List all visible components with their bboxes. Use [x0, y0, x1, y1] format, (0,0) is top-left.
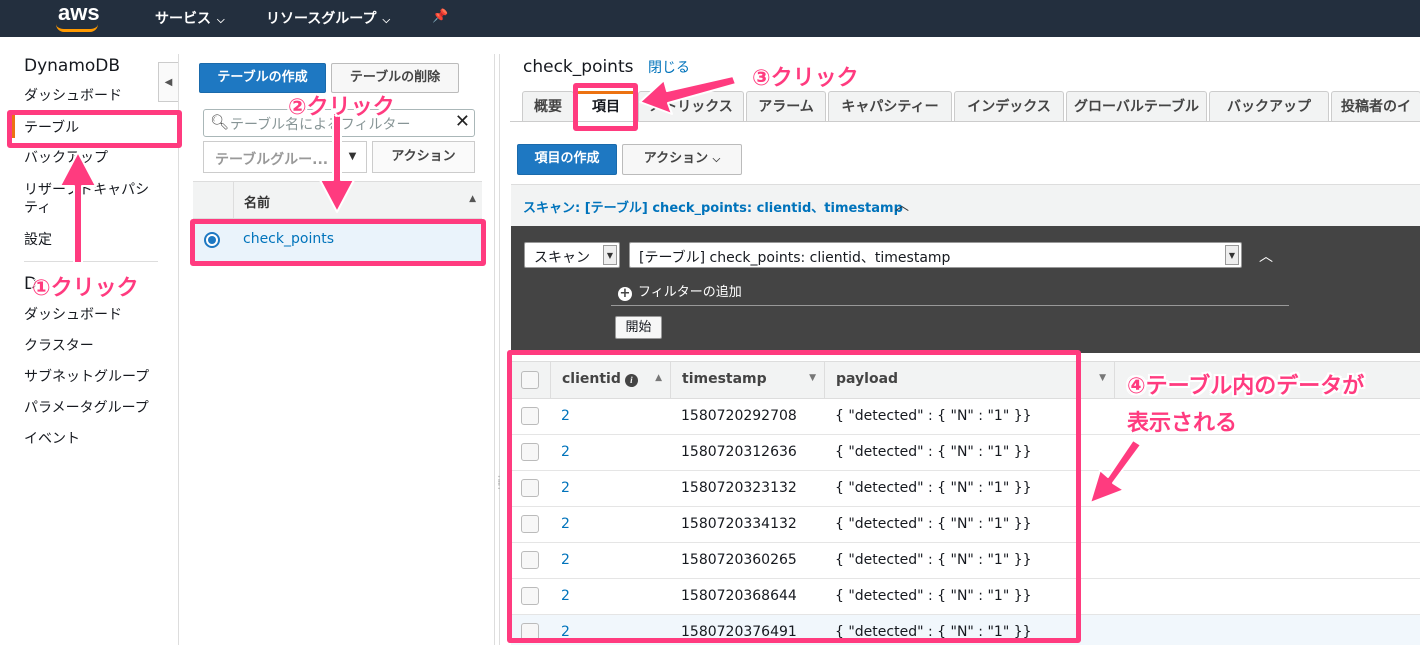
add-filter-label: フィルターの追加	[638, 285, 742, 300]
resource-groups-menu[interactable]: リソースグループ ⌵	[266, 8, 390, 28]
chevron-up-icon[interactable]: ︿	[895, 195, 909, 215]
pin-icon[interactable]: 📌	[432, 9, 448, 24]
scan-title: スキャン: [テーブル] check_points: clientid、time…	[523, 201, 903, 216]
chevron-down-icon: ⌵	[217, 15, 225, 26]
tab-metrics[interactable]: メトリックス	[638, 91, 744, 121]
resource-groups-label: リソースグループ	[266, 11, 377, 27]
scan-mode-value: スキャン	[534, 250, 590, 266]
scan-target-select[interactable]: [テーブル] check_points: clientid、timestamp …	[629, 242, 1242, 268]
chevron-left-icon: ◀	[164, 77, 173, 88]
clear-icon[interactable]: ✕	[455, 111, 470, 132]
highlight-box-table-row	[190, 219, 486, 266]
start-scan-button[interactable]: 開始	[615, 316, 662, 339]
tab-alarms[interactable]: アラーム	[746, 91, 826, 121]
tabs-underline	[510, 121, 1420, 122]
search-icon: 🔍︎	[210, 113, 230, 131]
caret-down-icon: ▼	[603, 245, 617, 265]
plus-circle-icon: +	[618, 286, 632, 301]
sidebar-item-parameter-groups[interactable]: パラメータグループ	[24, 399, 149, 417]
chevron-down-icon: ⌵	[382, 15, 391, 26]
sidebar-item-backups[interactable]: バックアップ	[24, 149, 108, 167]
selected-table-title: check_points	[523, 57, 634, 77]
highlight-box-tables	[7, 110, 182, 148]
item-action-label: アクション	[643, 151, 709, 166]
sidebar-item-clusters[interactable]: クラスター	[24, 337, 94, 355]
annotation-step4-line2: 表示される	[1127, 411, 1238, 436]
tab-indexes[interactable]: インデックス	[954, 91, 1064, 121]
top-navbar: aws サービス ⌵ リソースグループ ⌵ 📌	[0, 0, 1420, 37]
sidebar-item-settings[interactable]: 設定	[24, 231, 52, 249]
sidebar-item-events[interactable]: イベント	[24, 430, 80, 448]
create-item-button[interactable]: 項目の作成	[517, 144, 617, 175]
tab-backups[interactable]: バックアップ	[1209, 91, 1329, 121]
tab-contributor-insights[interactable]: 投稿者のイ	[1331, 91, 1420, 121]
chevron-down-icon: ⌵	[712, 154, 721, 165]
table-action-button[interactable]: アクション	[372, 141, 475, 173]
services-menu[interactable]: サービス ⌵	[155, 8, 225, 28]
caret-down-icon: ▼	[338, 142, 366, 172]
annotation-step4-line1: ④テーブル内のデータが	[1127, 374, 1365, 399]
column-header-name[interactable]: 名前	[244, 192, 270, 211]
scan-divider	[611, 305, 1289, 306]
sidebar-item-dax-dashboard[interactable]: ダッシュボード	[24, 306, 122, 324]
tab-overview[interactable]: 概要	[522, 91, 574, 121]
caret-down-icon: ▼	[1225, 245, 1239, 265]
highlight-box-items-tab	[573, 83, 638, 131]
tab-global-tables[interactable]: グローバルテーブル	[1066, 91, 1207, 121]
annotation-step3: ③クリック	[752, 66, 859, 91]
services-label: サービス	[155, 11, 211, 27]
table-group-select[interactable]: テーブルグルー... ▼	[203, 141, 367, 173]
table-list-header: 名前 ▲	[193, 181, 482, 219]
collapse-scan-icon[interactable]: ︿	[1259, 246, 1273, 266]
sort-ascending-icon[interactable]: ▲	[469, 194, 476, 204]
collapse-sidebar-button[interactable]: ◀	[158, 62, 178, 102]
tab-capacity[interactable]: キャパシティー	[828, 91, 952, 121]
close-link[interactable]: 閉じる	[648, 57, 690, 77]
sidebar-item-dashboard[interactable]: ダッシュボード	[24, 87, 122, 105]
table-group-placeholder: テーブルグルー...	[215, 152, 329, 168]
annotation-step2: ②クリック	[288, 95, 395, 120]
sort-icon[interactable]: ▼	[1099, 373, 1106, 383]
sidebar-item-subnet-groups[interactable]: サブネットグループ	[24, 368, 149, 386]
panel-divider	[494, 54, 495, 645]
annotation-step1: ①クリック	[32, 276, 139, 301]
highlight-box-items-table	[507, 350, 1081, 643]
add-filter-link[interactable]: + フィルターの追加	[618, 281, 742, 301]
panel-divider	[499, 54, 500, 645]
scan-mode-select[interactable]: スキャン ▼	[524, 242, 620, 268]
scan-header[interactable]: スキャン: [テーブル] check_points: clientid、time…	[511, 184, 1420, 226]
sidebar-title: DynamoDB	[24, 56, 121, 76]
aws-logo-smile	[56, 24, 98, 32]
sidebar-item-reserved-capacity[interactable]: リザーブドキャパシティ	[24, 181, 152, 217]
scan-target-value: [テーブル] check_points: clientid、timestamp	[639, 250, 951, 266]
aws-logo[interactable]: aws	[58, 0, 100, 26]
item-action-button[interactable]: アクション ⌵	[622, 144, 742, 175]
resize-grip-icon[interactable]: ⋮ ⋮	[494, 476, 504, 491]
column-divider	[233, 182, 234, 218]
sidebar-divider	[24, 261, 158, 262]
